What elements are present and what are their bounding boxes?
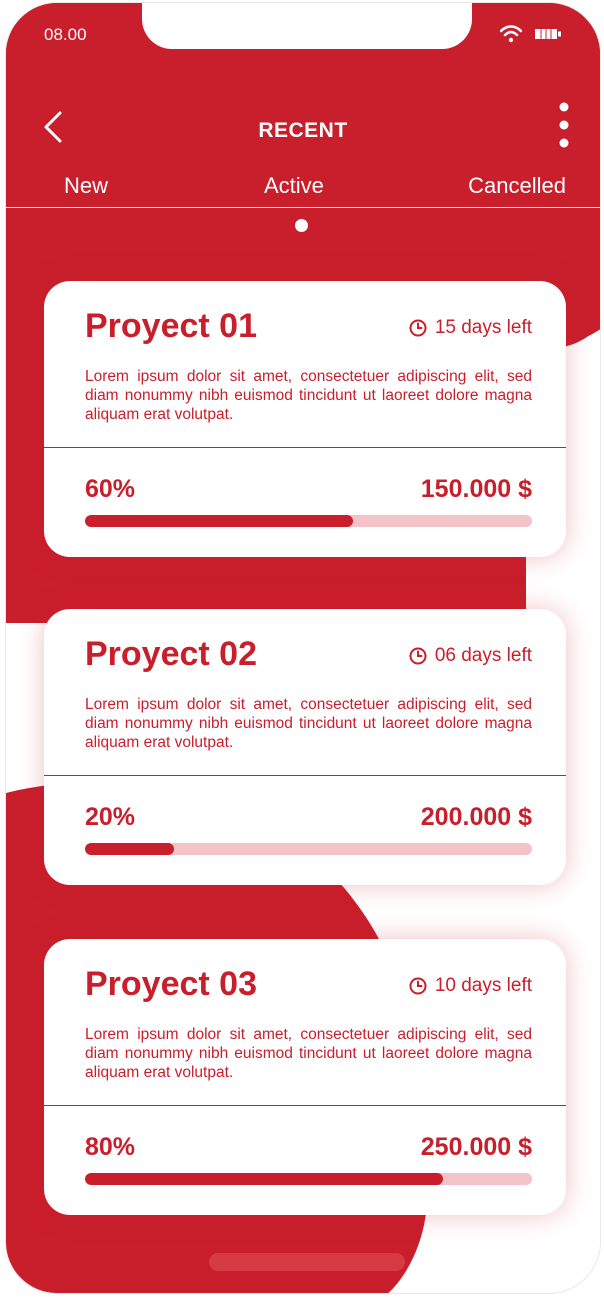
status-icons (500, 25, 562, 43)
project-title: Proyect 01 (85, 307, 257, 345)
tab-divider (6, 207, 600, 208)
project-description: Lorem ipsum dolor sit amet, consectetuer… (85, 368, 532, 423)
tab-bar: New Active Cancelled (6, 173, 600, 209)
project-amount: 150.000 $ (420, 475, 532, 503)
progress-bar-fill (85, 843, 175, 855)
days-left: 15 days left (409, 317, 532, 339)
progress-percent: 60% (85, 475, 136, 503)
tab-active[interactable]: Active (264, 173, 324, 199)
project-card[interactable]: Proyect 02 06 days left Lorem ipsum dolo… (44, 609, 566, 885)
card-divider (44, 1105, 566, 1106)
tab-new[interactable]: New (64, 173, 108, 199)
project-title: Proyect 03 (85, 965, 257, 1003)
card-divider (44, 775, 566, 776)
project-card[interactable]: Proyect 03 10 days left Lorem ipsum dolo… (44, 939, 566, 1215)
progress-bar (85, 515, 532, 527)
status-time: 08.00 (44, 25, 87, 44)
days-left: 10 days left (409, 975, 532, 997)
progress-percent: 80% (85, 1133, 136, 1161)
progress-bar (85, 843, 532, 855)
project-card[interactable]: Proyect 01 15 days left Lorem ipsum dolo… (44, 281, 566, 557)
clock-icon (409, 319, 427, 337)
project-description: Lorem ipsum dolor sit amet, consectetuer… (85, 1026, 532, 1081)
progress-bar-fill (85, 515, 354, 527)
progress-bar (85, 1173, 532, 1185)
days-left-label: 15 days left (434, 317, 532, 338)
progress-bar-fill (85, 1173, 443, 1185)
page-title: RECENT (258, 119, 348, 142)
project-amount: 250.000 $ (420, 1133, 532, 1161)
clock-icon (409, 977, 427, 995)
days-left: 06 days left (409, 645, 532, 667)
project-amount: 200.000 $ (420, 803, 532, 831)
clock-icon (409, 647, 427, 665)
home-indicator[interactable] (209, 1253, 405, 1271)
phone-frame: 08.00 RECENT New Active Cancelled Proyec… (5, 2, 601, 1294)
camera-notch (142, 3, 472, 49)
days-left-label: 10 days left (434, 975, 532, 996)
more-vertical-icon[interactable] (552, 99, 576, 155)
tab-cancelled[interactable]: Cancelled (468, 173, 566, 199)
progress-percent: 20% (85, 803, 136, 831)
active-tab-indicator (295, 219, 308, 232)
card-divider (44, 447, 566, 448)
project-description: Lorem ipsum dolor sit amet, consectetuer… (85, 696, 532, 751)
wifi-icon (500, 25, 522, 43)
battery-icon (535, 29, 561, 39)
project-title: Proyect 02 (85, 635, 257, 673)
days-left-label: 06 days left (434, 645, 532, 666)
